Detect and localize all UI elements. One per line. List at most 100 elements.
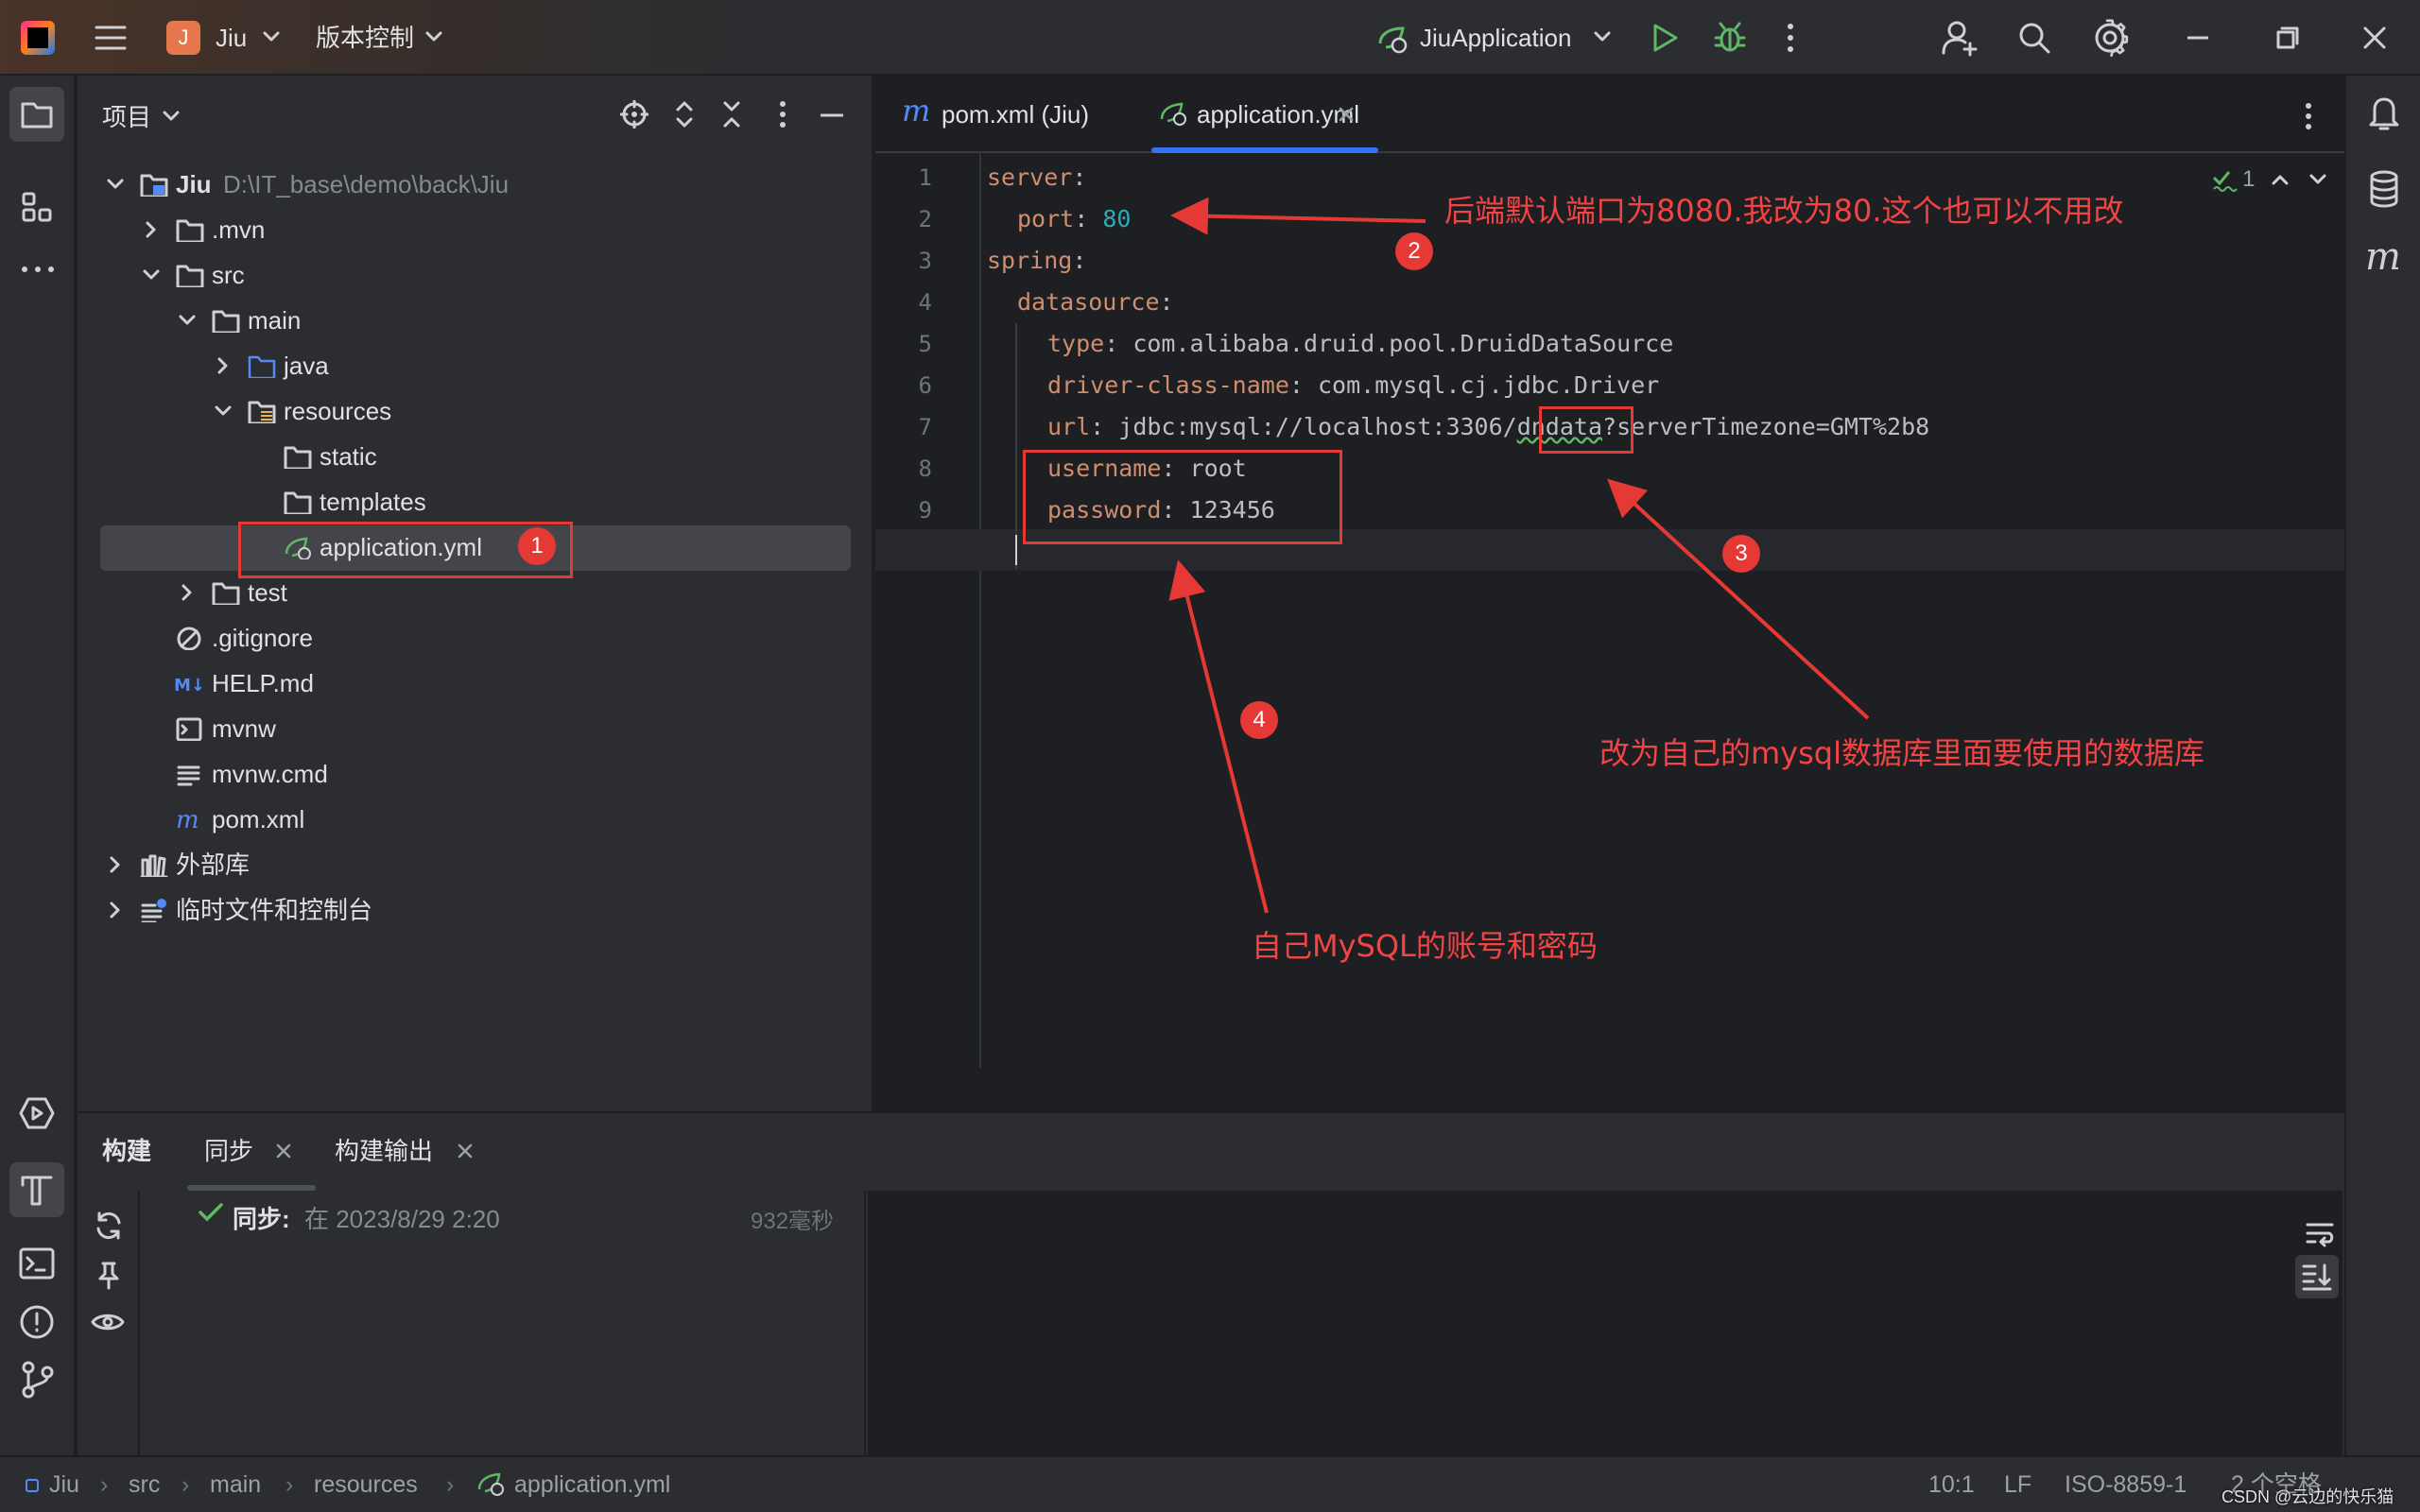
tab-pom-xml[interactable]: m pom.xml (Jiu) — [898, 76, 1115, 153]
breadcrumb-item[interactable]: main — [210, 1457, 261, 1512]
soft-wrap-icon[interactable] — [2305, 1221, 2335, 1247]
code-line[interactable]: driver-class-name: com.mysql.cj.jdbc.Dri… — [1047, 365, 1659, 406]
code-line[interactable]: spring: — [987, 240, 1086, 282]
git-icon[interactable] — [21, 1361, 55, 1399]
chevron-down-icon[interactable] — [163, 110, 180, 123]
breadcrumb-item[interactable]: application.yml — [514, 1457, 670, 1512]
yaml-key: port — [1017, 205, 1075, 232]
svg-text:m: m — [176, 807, 199, 832]
main-menu-icon[interactable] — [95, 25, 127, 51]
yaml-value: com.alibaba.druid.pool.DruidDataSource — [1132, 330, 1674, 357]
app-logo-icon[interactable] — [21, 21, 55, 55]
yaml-sep: : — [1104, 330, 1133, 357]
vcs-menu[interactable]: 版本控制 — [316, 0, 414, 76]
problems-icon[interactable] — [19, 1304, 55, 1340]
locate-file-icon[interactable] — [620, 100, 648, 129]
tab-label: 构建输出 — [335, 1137, 434, 1165]
tab-label: 同步 — [204, 1137, 254, 1165]
minimize-icon[interactable] — [2187, 36, 2208, 40]
project-panel-title[interactable]: 项目 — [102, 98, 151, 133]
tab-build-output[interactable]: 构建输出 — [335, 1113, 562, 1191]
folder-icon — [284, 446, 312, 469]
more-vertical-icon[interactable] — [779, 100, 786, 129]
pin-icon[interactable] — [95, 1261, 123, 1291]
maven-icon[interactable]: m — [2365, 238, 2401, 276]
annotation-box-database-name — [1539, 406, 1634, 454]
line-separator[interactable]: LF — [2004, 1457, 2031, 1512]
file-encoding[interactable]: ISO-8859-1 — [2065, 1457, 2187, 1512]
tab-application-yml[interactable]: application.yml — [1151, 76, 1378, 153]
build-panel-title: 构建 — [102, 1137, 152, 1165]
sync-icon[interactable] — [93, 1210, 125, 1242]
line-number: 1 — [918, 164, 932, 191]
project-tool-icon[interactable] — [9, 87, 64, 142]
scroll-to-end-icon — [2302, 1263, 2332, 1291]
tab-close-icon[interactable] — [276, 1143, 291, 1159]
expand-all-icon[interactable] — [675, 100, 694, 129]
breadcrumb-item[interactable]: Jiu — [49, 1457, 79, 1512]
module-icon — [26, 1479, 39, 1492]
run-configuration[interactable]: JiuApplication — [1420, 0, 1571, 76]
sync-result-row[interactable]: 同步: 在 2023/8/29 2:20 932毫秒 — [142, 1191, 866, 1234]
library-icon — [140, 854, 168, 877]
yaml-sep: : — [1072, 247, 1087, 274]
text-file-icon — [177, 765, 200, 786]
hide-panel-icon[interactable] — [821, 113, 843, 117]
tree-item-label: java — [284, 352, 329, 380]
structure-icon[interactable] — [21, 191, 55, 225]
code-line[interactable]: type: com.alibaba.druid.pool.DruidDataSo… — [1047, 323, 1673, 365]
project-name[interactable]: Jiu — [216, 0, 247, 76]
annotation-box-credentials — [1023, 450, 1342, 544]
tabs-more-icon[interactable] — [2305, 102, 2312, 130]
terminal-icon[interactable] — [19, 1247, 55, 1280]
inspection-count: 1 — [2242, 166, 2256, 192]
code-line[interactable]: datasource: — [1017, 282, 1174, 323]
inspection-widget[interactable]: 1 — [2212, 166, 2335, 197]
caret-position[interactable]: 10:1 — [1928, 1457, 1975, 1512]
tree-item-label: .mvn — [212, 215, 266, 244]
maven-file-icon: m — [902, 93, 931, 129]
code-line[interactable]: url: jdbc:mysql://localhost:3306/dndata?… — [1047, 406, 1929, 448]
yaml-value: 80 — [1102, 205, 1132, 232]
chevron-down-icon[interactable] — [1594, 30, 1611, 43]
settings-gear-icon[interactable] — [2091, 19, 2129, 57]
collapse-all-icon[interactable] — [722, 100, 741, 129]
line-number: 2 — [918, 206, 932, 232]
search-icon[interactable] — [2017, 21, 2051, 55]
more-tools-icon[interactable] — [21, 265, 55, 274]
yaml-key: datasource — [1017, 288, 1160, 316]
code-line[interactable]: server: — [987, 157, 1086, 198]
status-bar: Jiu › src › main › resources › applicati… — [0, 1455, 2420, 1512]
debug-icon[interactable] — [1713, 21, 1747, 55]
more-vertical-icon[interactable] — [1787, 23, 1794, 53]
breadcrumb-item[interactable]: src — [129, 1457, 160, 1512]
close-icon[interactable] — [2363, 26, 2386, 49]
watermark: CSDN @云边的快乐猫 — [2221, 1487, 2394, 1506]
chevron-down-icon[interactable] — [425, 30, 442, 43]
tree-item-label: static — [320, 442, 377, 471]
yaml-sep: : — [1072, 163, 1087, 191]
build-output-console[interactable] — [868, 1191, 2342, 1457]
spring-config-icon — [477, 1472, 504, 1496]
notifications-bell-icon[interactable] — [2367, 94, 2401, 132]
line-number: 6 — [918, 372, 932, 399]
line-number-gutter: 1 2 3 4 5 6 7 8 9 10 — [875, 153, 981, 1068]
run-icon[interactable] — [1651, 23, 1679, 53]
build-tool-icon[interactable] — [9, 1162, 64, 1217]
active-tab-underline — [1151, 147, 1378, 153]
breadcrumb-item[interactable]: resources — [314, 1457, 418, 1512]
eye-icon[interactable] — [91, 1310, 127, 1336]
line-number: 8 — [918, 455, 932, 482]
tab-close-icon[interactable] — [458, 1143, 473, 1159]
title-bar: J Jiu 版本控制 JiuApplication — [0, 0, 2420, 76]
code-line[interactable]: port: 80 — [1017, 198, 1131, 240]
services-icon[interactable] — [19, 1096, 55, 1130]
scroll-to-end-button[interactable] — [2295, 1255, 2339, 1298]
chevron-right-icon: › — [100, 1471, 109, 1498]
tab-close-icon[interactable] — [1339, 107, 1354, 122]
project-badge[interactable]: J — [166, 21, 200, 55]
add-user-icon[interactable] — [1942, 19, 1978, 57]
chevron-down-icon[interactable] — [263, 30, 280, 43]
database-icon[interactable] — [2369, 170, 2399, 208]
restore-icon[interactable] — [2276, 26, 2299, 49]
